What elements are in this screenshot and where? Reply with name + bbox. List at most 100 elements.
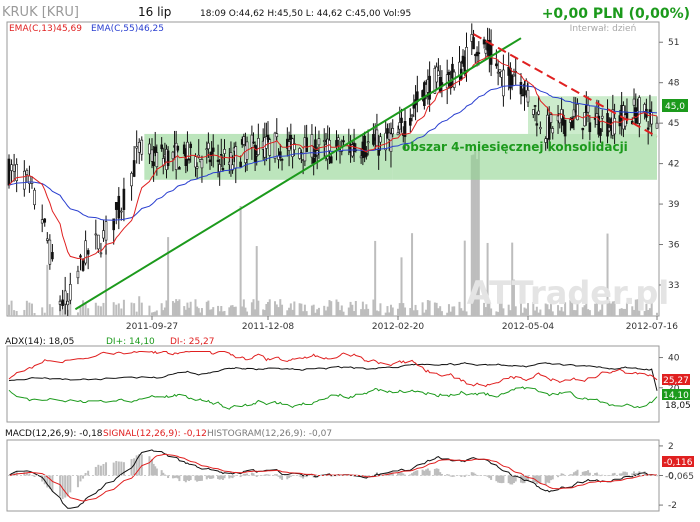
candle-body [655,122,659,129]
histogram-bar [117,461,120,476]
candle-body [137,141,141,153]
volume-bar [386,306,389,316]
volume-bar [212,307,215,316]
candle-body [86,250,90,255]
volume-bar [330,301,333,316]
last-price-label: 45,0 [665,102,685,112]
volume-bar [551,311,554,316]
volume-bar [324,310,327,316]
volume-bar [416,310,419,316]
change-label: +0,00 PLN (0,00%) [542,6,690,22]
candle-body [216,159,220,162]
histogram-bar [498,475,501,483]
histogram-bar [112,462,115,476]
histogram-bar [509,475,512,485]
candle-body [482,39,486,45]
volume-bar [28,302,31,316]
volume-bar [189,301,192,316]
candle-body [510,75,514,86]
volume-bar [94,302,97,316]
volume-bar [167,237,170,316]
candle-body [305,137,308,152]
volume-bar [374,240,377,316]
volume-bar [274,301,277,316]
histogram-bar [502,475,505,483]
x-tick-label: 2012-05-04 [502,322,555,332]
volume-bar [268,299,271,316]
candle-body [68,284,72,301]
candle-body [537,110,540,115]
volume-bar [375,310,378,316]
candle-body [66,300,70,306]
histogram-bar [428,470,431,476]
ema13-label: EMA(C,13)45,69 [9,24,82,34]
candle-body [512,74,516,77]
volume-bar [389,304,392,316]
candle-body [563,119,567,137]
volume-bar [497,311,500,316]
y-tick-label: 51 [668,38,679,48]
histogram-bar [585,471,588,476]
volume-bar [414,304,417,316]
candle-body [155,152,159,167]
volume-bar [277,307,280,316]
histogram-bar [512,475,515,484]
volume-bar [425,309,428,316]
volume-bar [289,303,292,316]
x-tick-label: 2012-02-20 [372,322,425,332]
candle-body [389,133,393,152]
y-tick-label: 48 [668,79,680,89]
candle-body [102,230,105,239]
volume-bar [135,311,138,316]
histogram-bar [105,462,108,476]
volume-bar [440,311,443,316]
signal-value: -0,116 [663,458,692,468]
histogram-bar [435,468,438,476]
volume-bar [112,302,115,316]
candle-body [266,134,270,140]
volume-bar [82,300,85,316]
histogram-bar [178,475,181,482]
histogram-bar [289,475,292,477]
volume-bar [402,303,405,316]
candle-body [63,290,67,305]
candle-body [539,127,542,130]
volume-bar [267,301,269,316]
stock-chart: 33 36 39 42 45 48 51 2011-09-27 2011-12-08 2012-0… [2,5,694,512]
histogram-bar [99,465,102,476]
histogram-bar [439,472,442,476]
histogram-bar [66,475,69,497]
candle-body [549,114,553,123]
candle-body [255,154,259,157]
macd-tick-label: 2 [668,442,674,452]
volume-bar [138,296,141,316]
volume-bar [339,310,342,316]
adx-tick-label: 40 [668,354,680,364]
candle-body [312,157,315,164]
volume-bar [140,302,143,316]
histogram-bar [497,475,500,483]
candle-body [12,164,16,172]
histogram-bar [581,471,584,476]
candle-body [61,299,64,306]
y-tick-label: 45 [668,119,679,129]
volume-bar [372,299,375,316]
di-minus-value: 25,27 [663,376,689,386]
histogram-bar [446,474,449,476]
histogram-bar [51,475,54,492]
volume-bar [300,303,303,316]
candle-body [502,69,505,97]
volume-bar [291,309,294,316]
volume-bar [8,304,10,316]
histogram-bar [412,471,415,476]
volume-bar [439,306,442,316]
volume-bar [379,303,382,316]
candle-body [646,127,650,130]
volume-bar [460,308,463,316]
candle-body [51,252,54,260]
volume-bar [257,300,260,316]
volume-bar [33,312,36,316]
histogram-bar [189,475,192,481]
volume-bar [178,299,181,316]
candle-body [194,156,197,168]
